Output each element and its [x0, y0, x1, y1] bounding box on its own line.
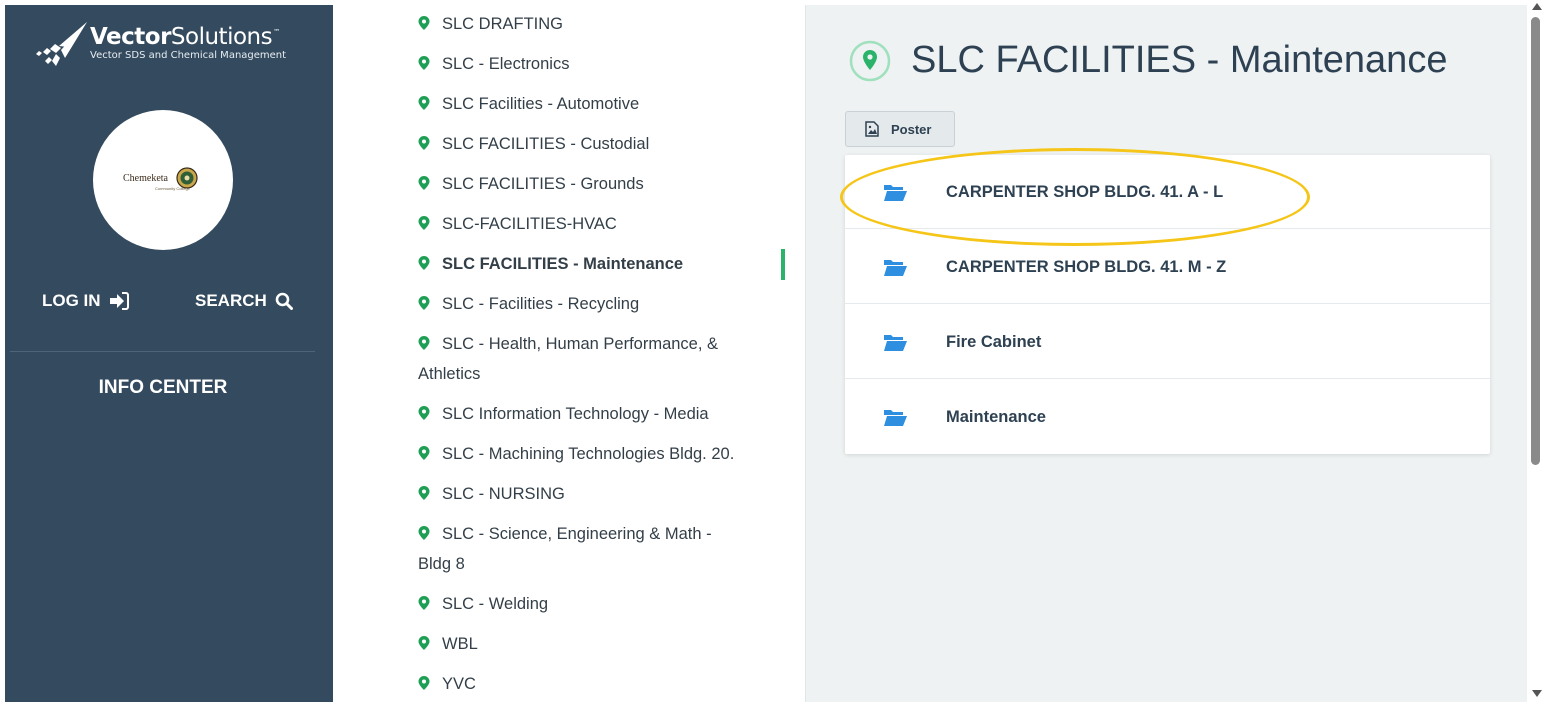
location-label: SLC Facilities - Automotive — [442, 95, 640, 113]
search-button[interactable]: SEARCH — [195, 291, 293, 311]
location-item[interactable]: SLC - Facilities - Recycling — [418, 289, 768, 319]
brand-name: VectorSolutions™ — [90, 24, 280, 50]
sidebar-divider — [10, 351, 315, 352]
folder-label: Fire Cabinet — [946, 333, 1042, 351]
location-item[interactable]: SLC FACILITIES - Maintenance — [418, 249, 768, 279]
folder-open-icon — [884, 335, 907, 351]
location-label: SLC - Machining Technologies Bldg. 20. — [442, 445, 735, 463]
location-item[interactable]: SLC DRAFTING — [418, 9, 768, 39]
location-item[interactable]: SLC - Health, Human Performance, & Athlet… — [418, 329, 768, 389]
vector-solutions-logo-icon — [36, 22, 87, 66]
folder-list: CARPENTER SHOP BLDG. 41. A - L CARPENTER … — [845, 155, 1490, 454]
location-item[interactable]: WBL — [418, 629, 768, 659]
location-item[interactable]: SLC - Machining Technologies Bldg. 20. — [418, 439, 768, 469]
map-marker-icon — [418, 336, 430, 350]
sign-in-icon — [109, 292, 129, 310]
folder-row[interactable]: CARPENTER SHOP BLDG. 41. A - L — [845, 155, 1490, 229]
folder-label: CARPENTER SHOP BLDG. 41. A - L — [946, 183, 1224, 201]
brand-subtitle: Vector SDS and Chemical Management — [90, 50, 287, 61]
folder-row[interactable]: CARPENTER SHOP BLDG. 41. M - Z — [845, 230, 1490, 304]
location-item[interactable]: YVC — [418, 669, 768, 699]
map-marker-icon — [418, 446, 430, 460]
brand-logo[interactable]: VectorSolutions™ Vector SDS and Chemical… — [35, 20, 325, 75]
poster-label: Poster — [891, 121, 932, 137]
sidebar-actions: LOG IN SEARCH — [5, 285, 333, 315]
login-label: LOG IN — [42, 291, 101, 310]
location-label: SLC - Electronics — [442, 55, 570, 73]
scrollbar-thumb[interactable] — [1531, 17, 1540, 465]
location-item[interactable]: SLC - NURSING — [418, 479, 768, 509]
location-label: SLC - Health, Human Performance, & — [442, 335, 719, 353]
location-label-continued: Bldg 8 — [418, 555, 465, 573]
location-item[interactable]: SLC - Welding — [418, 589, 768, 619]
folder-row[interactable]: Maintenance — [845, 380, 1490, 454]
location-item[interactable]: SLC Facilities - Automotive — [418, 89, 768, 119]
location-label: SLC - Facilities - Recycling — [442, 295, 640, 313]
organization-logo: Chemeketa Community College — [93, 110, 233, 250]
map-marker-icon — [418, 96, 430, 110]
map-marker-icon — [418, 16, 430, 30]
info-center-link[interactable]: INFO CENTER — [5, 377, 321, 399]
folder-row[interactable]: Fire Cabinet — [845, 305, 1490, 379]
map-marker-icon — [418, 296, 430, 310]
folder-label: Maintenance — [946, 408, 1046, 426]
image-file-icon — [865, 121, 879, 137]
search-icon — [275, 292, 293, 310]
main-panel: SLC FACILITIES - Maintenance Poster CARP… — [805, 5, 1527, 702]
location-label: SLC-FACILITIES-HVAC — [442, 215, 617, 233]
scroll-up-arrow-icon[interactable] — [1532, 3, 1542, 10]
folder-open-icon — [884, 260, 907, 276]
scroll-down-arrow-icon[interactable] — [1532, 690, 1542, 697]
org-subtitle: Community College — [155, 186, 190, 191]
location-label: SLC - Science, Engineering & Math - — [442, 525, 712, 543]
map-marker-icon — [418, 596, 430, 610]
location-label: SLC FACILITIES - Custodial — [442, 135, 650, 153]
page-scrollbar[interactable] — [1527, 0, 1549, 702]
location-item[interactable]: SLC-FACILITIES-HVAC — [418, 209, 768, 239]
active-location-indicator — [781, 249, 785, 280]
map-marker-icon — [418, 486, 430, 500]
page-title-text: SLC FACILITIES - Maintenance — [911, 39, 1448, 81]
location-item[interactable]: SLC - Electronics — [418, 49, 768, 79]
search-label: SEARCH — [195, 291, 267, 310]
map-marker-icon — [418, 216, 430, 230]
map-marker-icon — [418, 526, 430, 540]
location-item[interactable]: SLC Information Technology - Media — [418, 399, 768, 429]
map-marker-icon — [418, 136, 430, 150]
location-item[interactable]: SLC - Science, Engineering & Math - Bldg … — [418, 519, 768, 579]
location-label: SLC - NURSING — [442, 485, 565, 503]
location-label-continued: Athletics — [418, 365, 481, 383]
location-pin-icon — [849, 40, 891, 81]
map-marker-icon — [418, 406, 430, 420]
location-label: SLC - Welding — [442, 595, 549, 613]
map-marker-icon — [418, 676, 430, 690]
map-marker-icon — [418, 56, 430, 70]
location-label: SLC Information Technology - Media — [442, 405, 709, 423]
poster-button[interactable]: Poster — [845, 111, 955, 147]
login-button[interactable]: LOG IN — [42, 291, 129, 311]
location-item[interactable]: SLC FACILITIES - Custodial — [418, 129, 768, 159]
map-marker-icon — [418, 176, 430, 190]
map-marker-icon — [418, 636, 430, 650]
folder-label: CARPENTER SHOP BLDG. 41. M - Z — [946, 258, 1227, 276]
location-label: YVC — [442, 675, 476, 693]
sidebar: VectorSolutions™ Vector SDS and Chemical… — [5, 5, 333, 702]
location-label: SLC FACILITIES - Maintenance — [442, 255, 684, 273]
location-label: WBL — [442, 635, 478, 653]
page-title: SLC FACILITIES - Maintenance — [849, 39, 1447, 82]
folder-open-icon — [884, 410, 907, 426]
location-label: SLC FACILITIES - Grounds — [442, 175, 644, 193]
location-item[interactable]: SLC FACILITIES - Grounds — [418, 169, 768, 199]
map-marker-icon — [418, 256, 430, 270]
location-list: SLC DRAFTING SLC - Electronics SLC Facilit… — [418, 0, 778, 702]
location-label: SLC DRAFTING — [442, 15, 564, 33]
folder-open-icon — [884, 185, 907, 201]
org-name: Chemeketa — [123, 173, 168, 184]
